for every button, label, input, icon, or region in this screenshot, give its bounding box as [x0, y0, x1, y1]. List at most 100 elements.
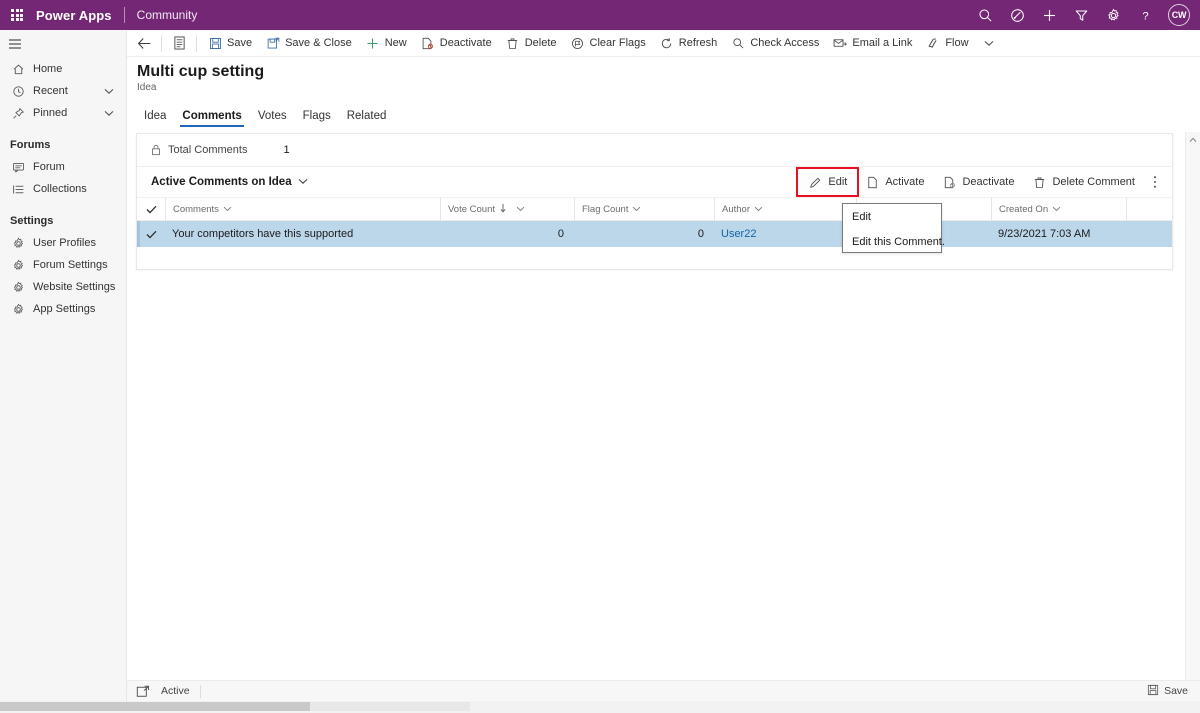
clock-icon	[10, 83, 26, 99]
filter-icon[interactable]	[1066, 0, 1096, 30]
total-comments-row: Total Comments 1	[137, 134, 1172, 167]
top-navigation-bar: Power Apps Community ? CW	[0, 0, 1200, 30]
sidebar-item-label: Forum	[33, 161, 65, 173]
gear-icon	[10, 257, 26, 273]
user-avatar[interactable]: CW	[1168, 4, 1190, 26]
sidebar-toggle-button[interactable]	[0, 30, 126, 58]
command-label: Flow	[945, 37, 969, 49]
sidebar-item-website-settings[interactable]: Website Settings	[0, 276, 126, 298]
cell-tail	[1126, 221, 1172, 247]
deactivate-button[interactable]: Deactivate	[414, 30, 499, 56]
view-selector-label: Active Comments on Idea	[151, 176, 292, 188]
environment-icon[interactable]	[1002, 0, 1032, 30]
command-label: Deactivate	[439, 37, 492, 49]
app-name-label[interactable]: Community	[137, 8, 198, 22]
tab-comments[interactable]: Comments	[174, 110, 249, 127]
command-divider	[161, 34, 162, 52]
scroll-up-arrow-icon[interactable]	[1186, 132, 1200, 147]
home-icon	[10, 61, 26, 77]
cell-author[interactable]: User22	[714, 221, 856, 247]
column-header-created-on[interactable]: Created On	[991, 197, 1126, 221]
command-label: Delete Comment	[1052, 176, 1135, 188]
lock-icon	[151, 143, 163, 157]
deactivate-comment-button[interactable]: Deactivate	[933, 170, 1023, 194]
sidebar-item-label: Recent	[33, 85, 68, 97]
refresh-icon	[660, 36, 674, 50]
command-label: Refresh	[678, 37, 718, 49]
search-icon[interactable]	[970, 0, 1000, 30]
delete-comment-button[interactable]: Delete Comment	[1023, 170, 1144, 194]
trash-icon	[1032, 175, 1046, 189]
tab-idea[interactable]: Idea	[136, 110, 174, 127]
refresh-button[interactable]: Refresh	[653, 30, 725, 56]
flow-button[interactable]: Flow	[919, 30, 1000, 56]
overflow-menu-button[interactable]	[1144, 170, 1166, 194]
subgrid-commands: Edit Activate Deactivate Delete Comment	[796, 167, 1166, 197]
status-save-button[interactable]: Save	[1147, 684, 1200, 699]
status-badge: Active	[161, 685, 190, 697]
author-link[interactable]: User22	[721, 228, 756, 240]
gear-icon[interactable]	[1098, 0, 1128, 30]
table-row[interactable]: Your competitors have this supported 0 0…	[137, 221, 1172, 247]
check-access-button[interactable]: Check Access	[724, 30, 826, 56]
activate-comment-button[interactable]: Activate	[856, 170, 933, 194]
app-launcher-button[interactable]	[0, 0, 34, 30]
sidebar-item-user-profiles[interactable]: User Profiles	[0, 232, 126, 254]
save-and-close-button[interactable]: Save & Close	[259, 30, 359, 56]
save-button[interactable]: Save	[201, 30, 259, 56]
chevron-down-icon[interactable]	[104, 110, 114, 117]
sidebar-item-label: Pinned	[33, 107, 68, 119]
record-header: Multi cup setting Idea Idea Comments Vot…	[127, 62, 1200, 127]
chevron-down-icon	[1052, 204, 1061, 215]
sidebar-item-pinned[interactable]: Pinned	[0, 102, 126, 124]
chevron-down-icon[interactable]	[104, 88, 114, 95]
view-selector[interactable]: Active Comments on Idea	[151, 176, 308, 188]
plus-icon[interactable]	[1034, 0, 1064, 30]
chevron-down-icon	[632, 204, 641, 215]
chevron-down-icon	[298, 176, 308, 188]
tab-votes[interactable]: Votes	[250, 110, 295, 127]
horizontal-scroll-thumb[interactable]	[0, 702, 310, 711]
column-header-vote-count[interactable]: Vote Count	[440, 197, 574, 221]
column-label: Vote Count	[448, 203, 496, 215]
column-header-flag-count[interactable]: Flag Count	[574, 197, 714, 221]
row-checkbox[interactable]	[137, 230, 165, 239]
column-header-author[interactable]: Author	[714, 197, 856, 221]
sidebar-item-app-settings[interactable]: App Settings	[0, 298, 126, 320]
edit-comment-button[interactable]: Edit	[796, 167, 860, 197]
back-button[interactable]	[131, 30, 157, 56]
chevron-down-icon	[223, 204, 232, 215]
sidebar-item-forum[interactable]: Forum	[0, 156, 126, 178]
column-label: Comments	[173, 203, 219, 215]
tab-related[interactable]: Related	[339, 110, 395, 127]
sidebar-item-recent[interactable]: Recent	[0, 80, 126, 102]
sidebar-item-home[interactable]: Home	[0, 58, 126, 80]
email-a-link-button[interactable]: Email a Link	[826, 30, 919, 56]
hamburger-icon	[9, 39, 21, 49]
total-comments-value: 1	[283, 144, 290, 156]
form-selector-button[interactable]	[166, 30, 192, 56]
vertical-scrollbar[interactable]	[1185, 132, 1200, 700]
sidebar-item-forum-settings[interactable]: Forum Settings	[0, 254, 126, 276]
sidebar-item-label: Website Settings	[33, 281, 116, 293]
command-divider	[196, 34, 197, 52]
column-header-comments[interactable]: Comments	[165, 197, 440, 221]
tab-flags[interactable]: Flags	[295, 110, 339, 127]
help-icon[interactable]: ?	[1130, 0, 1160, 30]
chevron-down-icon[interactable]	[984, 40, 994, 47]
sidebar-item-collections[interactable]: Collections	[0, 178, 126, 200]
checkmark-icon	[146, 230, 156, 238]
chevron-down-icon	[754, 204, 763, 215]
brand-title[interactable]: Power Apps	[34, 8, 124, 23]
sidebar-group-settings-title: Settings	[10, 215, 54, 227]
cell-comments[interactable]: Your competitors have this supported	[165, 221, 440, 247]
clear-flags-button[interactable]: Clear Flags	[564, 30, 653, 56]
command-label: Clear Flags	[589, 37, 646, 49]
row-selection-accent	[137, 221, 140, 247]
new-button[interactable]: New	[359, 30, 414, 56]
horizontal-scrollbar[interactable]	[0, 701, 1200, 713]
delete-button[interactable]: Delete	[499, 30, 564, 56]
select-all-checkbox[interactable]	[137, 205, 165, 214]
gear-icon	[10, 279, 26, 295]
open-record-icon[interactable]	[135, 683, 151, 699]
